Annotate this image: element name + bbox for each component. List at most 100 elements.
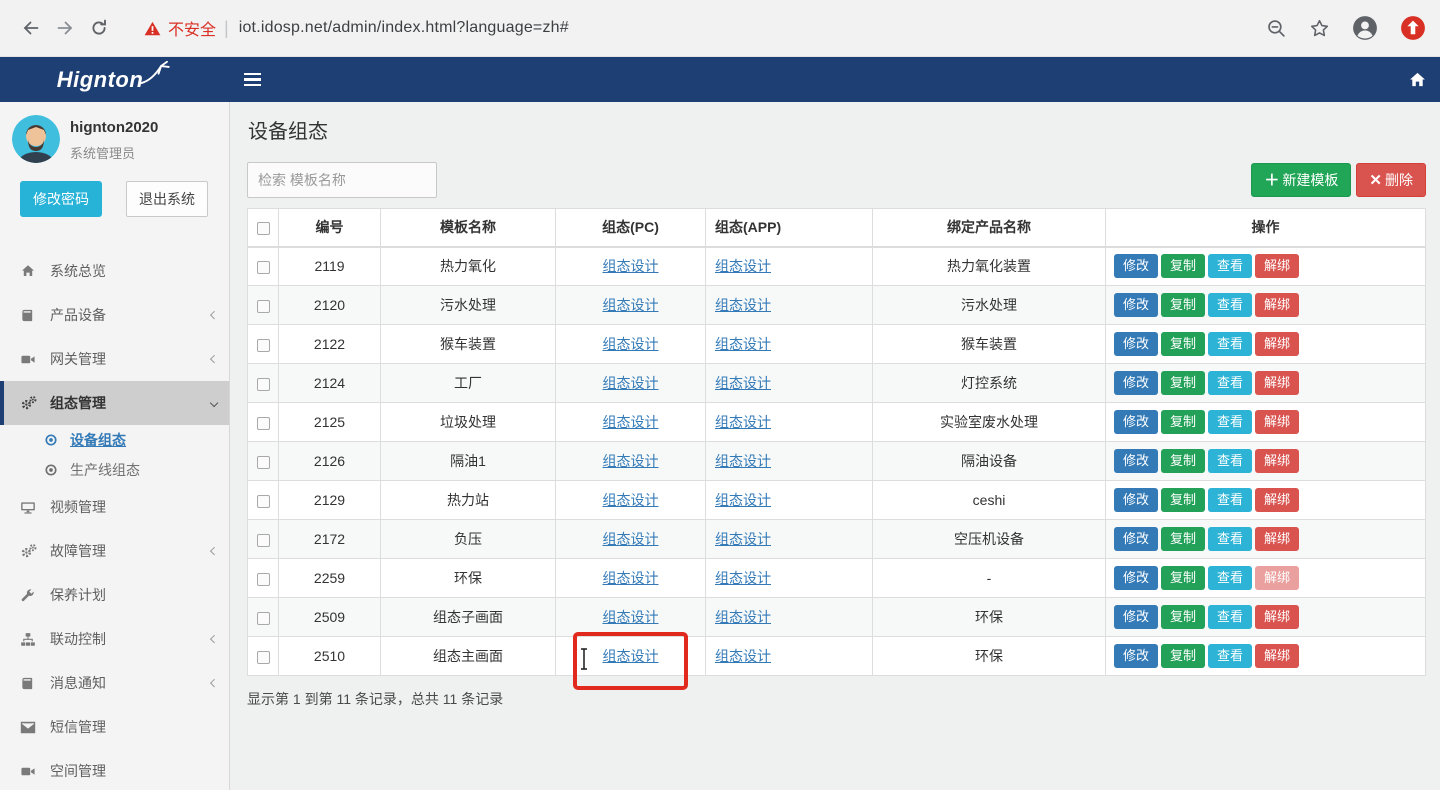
edit-button[interactable]: 修改 [1114,293,1158,317]
row-checkbox[interactable] [257,573,270,586]
row-checkbox[interactable] [257,534,270,547]
browser-forward-icon[interactable] [48,11,82,45]
change-password-button[interactable]: 修改密码 [20,181,102,217]
browser-update-icon[interactable] [1400,15,1426,41]
view-button[interactable]: 查看 [1208,293,1252,317]
sidebar-item-configuration-management[interactable]: 组态管理 [0,381,229,425]
column-header-actions[interactable]: 操作 [1106,209,1426,247]
view-button[interactable]: 查看 [1208,371,1252,395]
browser-reload-icon[interactable] [82,11,116,45]
unbind-button[interactable]: 解绑 [1255,488,1299,512]
delete-button[interactable]: ✕删除 [1356,163,1426,197]
copy-button[interactable]: 复制 [1161,566,1205,590]
unbind-button[interactable]: 解绑 [1255,644,1299,668]
config-design-app-link[interactable]: 组态设计 [715,609,771,625]
view-button[interactable]: 查看 [1208,605,1252,629]
sidebar-toggle-icon[interactable] [230,57,274,102]
config-design-pc-link[interactable]: 组态设计 [603,492,659,508]
config-design-app-link[interactable]: 组态设计 [715,336,771,352]
row-checkbox[interactable] [257,261,270,274]
edit-button[interactable]: 修改 [1114,371,1158,395]
config-design-app-link[interactable]: 组态设计 [715,258,771,274]
row-checkbox[interactable] [257,417,270,430]
edit-button[interactable]: 修改 [1114,488,1158,512]
zoom-out-icon[interactable] [1266,18,1287,39]
row-checkbox[interactable] [257,612,270,625]
view-button[interactable]: 查看 [1208,449,1252,473]
config-design-pc-link[interactable]: 组态设计 [603,336,659,352]
copy-button[interactable]: 复制 [1161,644,1205,668]
home-icon[interactable] [1409,71,1426,88]
copy-button[interactable]: 复制 [1161,410,1205,434]
column-header-config-pc[interactable]: 组态(PC) [556,209,706,247]
sidebar-item-fault-management[interactable]: 故障管理 [0,529,229,573]
config-design-pc-link[interactable]: 组态设计 [603,531,659,547]
unbind-button[interactable]: 解绑 [1255,527,1299,551]
view-button[interactable]: 查看 [1208,488,1252,512]
config-design-pc-link[interactable]: 组态设计 [603,414,659,430]
edit-button[interactable]: 修改 [1114,644,1158,668]
edit-button[interactable]: 修改 [1114,254,1158,278]
sidebar-item-linkage-control[interactable]: 联动控制 [0,617,229,661]
sidebar-item-space-management[interactable]: 空间管理 [0,749,229,790]
security-warning-icon[interactable] [144,21,161,36]
view-button[interactable]: 查看 [1208,410,1252,434]
edit-button[interactable]: 修改 [1114,605,1158,629]
browser-back-icon[interactable] [14,11,48,45]
new-template-button[interactable]: ＋新建模板 [1251,163,1351,197]
sidebar-item-maintenance-plan[interactable]: 保养计划 [0,573,229,617]
unbind-button[interactable]: 解绑 [1255,410,1299,434]
logout-button[interactable]: 退出系统 [126,181,208,217]
sidebar-item-gateway-management[interactable]: 网关管理 [0,337,229,381]
sidebar-item-video-management[interactable]: 视频管理 [0,485,229,529]
copy-button[interactable]: 复制 [1161,605,1205,629]
view-button[interactable]: 查看 [1208,332,1252,356]
row-checkbox[interactable] [257,300,270,313]
select-all-checkbox[interactable] [257,222,270,235]
copy-button[interactable]: 复制 [1161,371,1205,395]
config-design-app-link[interactable]: 组态设计 [715,414,771,430]
sidebar-item-production-line-configuration[interactable]: 生产线组态 [0,455,229,485]
config-design-app-link[interactable]: 组态设计 [715,648,771,664]
edit-button[interactable]: 修改 [1114,410,1158,434]
copy-button[interactable]: 复制 [1161,254,1205,278]
security-warning-label[interactable]: 不安全 [168,16,216,40]
config-design-pc-link[interactable]: 组态设计 [603,648,659,664]
view-button[interactable]: 查看 [1208,566,1252,590]
config-design-pc-link[interactable]: 组态设计 [603,258,659,274]
sidebar-item-message-notification[interactable]: 消息通知 [0,661,229,705]
config-design-pc-link[interactable]: 组态设计 [603,609,659,625]
config-design-pc-link[interactable]: 组态设计 [603,570,659,586]
edit-button[interactable]: 修改 [1114,566,1158,590]
config-design-app-link[interactable]: 组态设计 [715,297,771,313]
copy-button[interactable]: 复制 [1161,527,1205,551]
edit-button[interactable]: 修改 [1114,527,1158,551]
bookmark-star-icon[interactable] [1309,18,1330,39]
row-checkbox[interactable] [257,378,270,391]
sidebar-item-product-devices[interactable]: 产品设备 [0,293,229,337]
config-design-app-link[interactable]: 组态设计 [715,492,771,508]
sidebar-item-system-overview[interactable]: 系统总览 [0,249,229,293]
row-checkbox[interactable] [257,651,270,664]
unbind-button[interactable]: 解绑 [1255,371,1299,395]
edit-button[interactable]: 修改 [1114,332,1158,356]
row-checkbox[interactable] [257,339,270,352]
sidebar-item-device-configuration[interactable]: 设备组态 [0,425,229,455]
copy-button[interactable]: 复制 [1161,488,1205,512]
unbind-button[interactable]: 解绑 [1255,605,1299,629]
browser-profile-avatar[interactable] [1352,15,1378,41]
config-design-pc-link[interactable]: 组态设计 [603,453,659,469]
unbind-button[interactable]: 解绑 [1255,332,1299,356]
unbind-button[interactable]: 解绑 [1255,254,1299,278]
config-design-app-link[interactable]: 组态设计 [715,453,771,469]
unbind-button[interactable]: 解绑 [1255,449,1299,473]
view-button[interactable]: 查看 [1208,254,1252,278]
config-design-pc-link[interactable]: 组态设计 [603,375,659,391]
column-header-product[interactable]: 绑定产品名称 [873,209,1106,247]
copy-button[interactable]: 复制 [1161,293,1205,317]
row-checkbox[interactable] [257,456,270,469]
edit-button[interactable]: 修改 [1114,449,1158,473]
copy-button[interactable]: 复制 [1161,332,1205,356]
column-header-id[interactable]: 编号 [279,209,381,247]
column-header-template-name[interactable]: 模板名称 [381,209,556,247]
